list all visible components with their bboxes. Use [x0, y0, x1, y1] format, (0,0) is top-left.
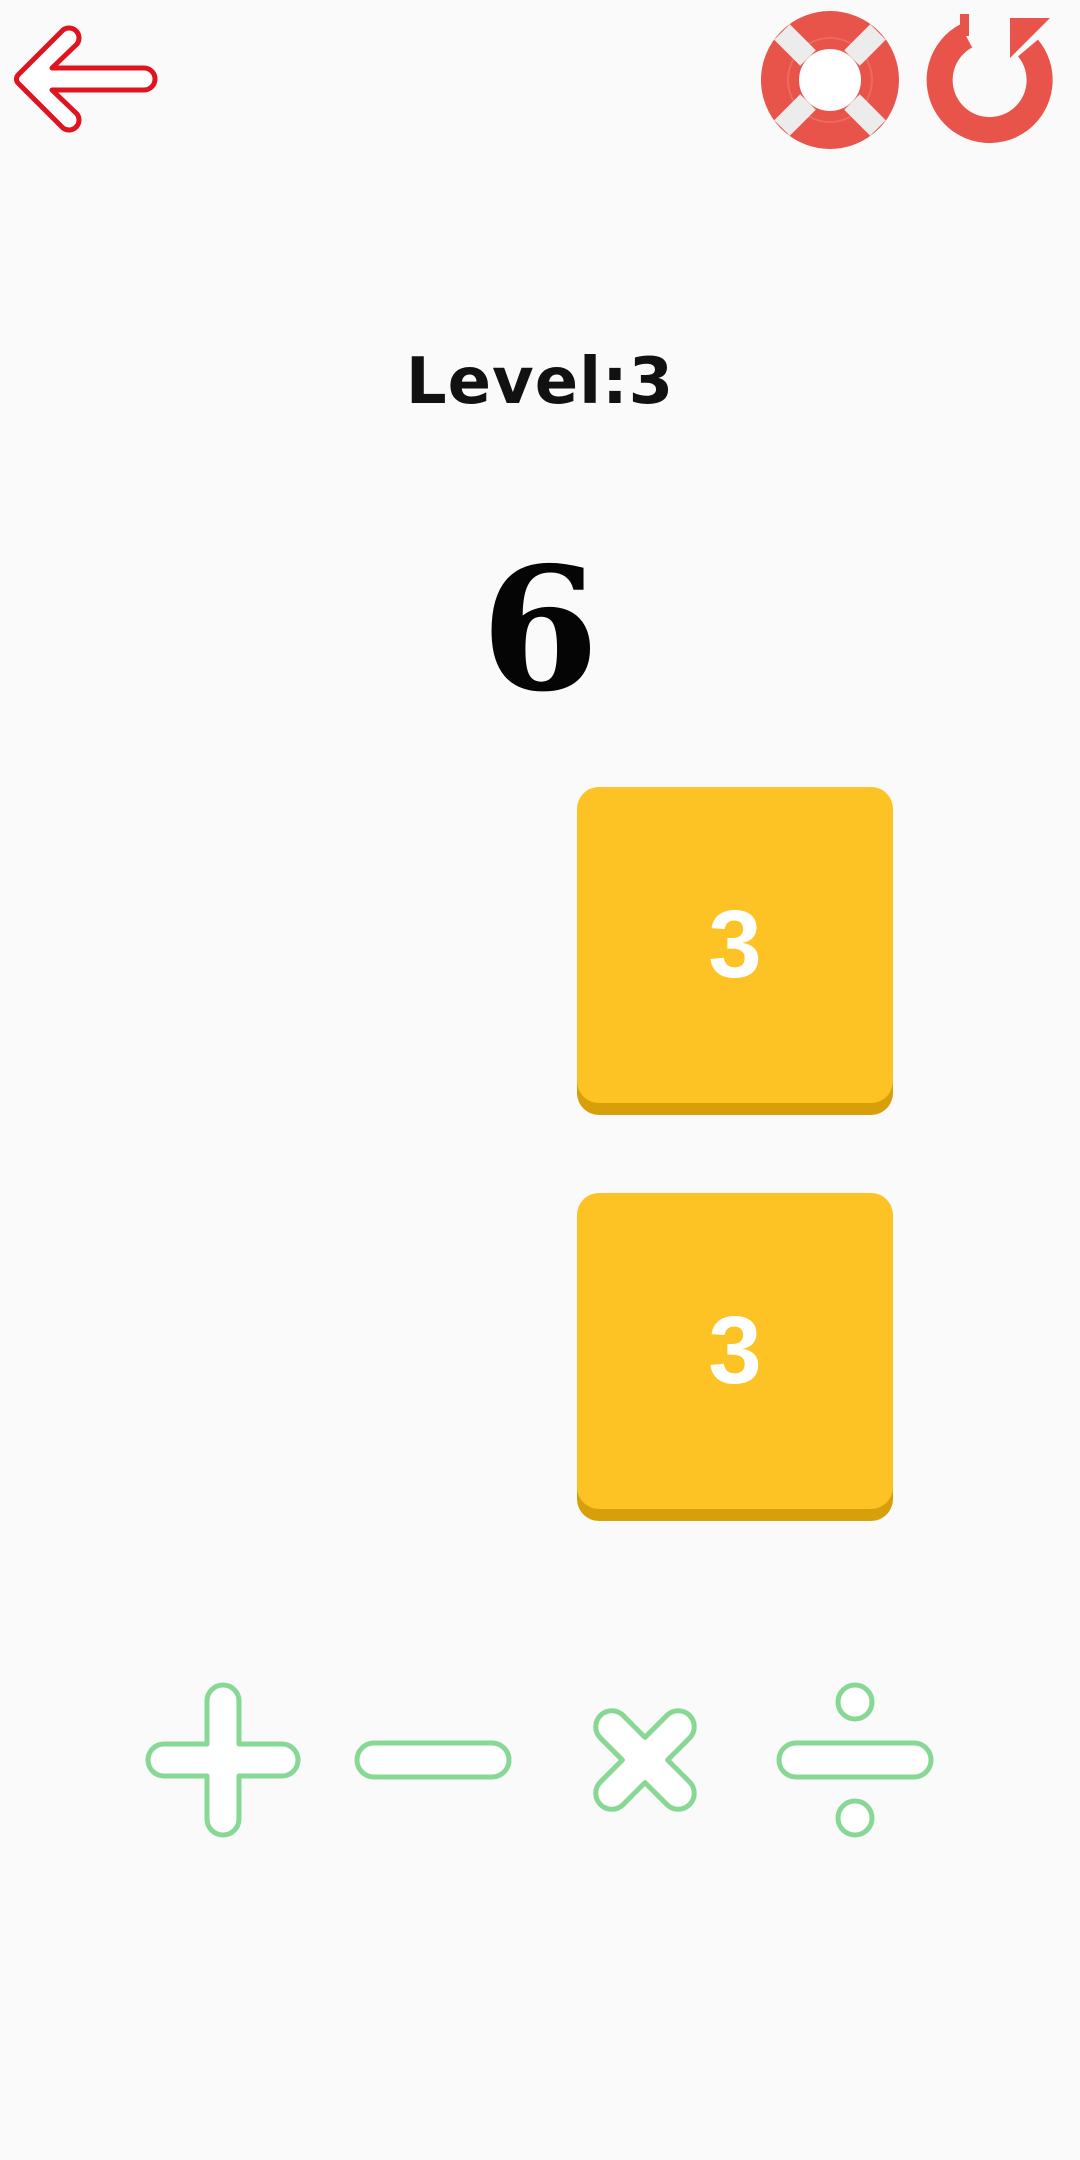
number-tile[interactable]: 3 — [577, 1193, 893, 1509]
plus-icon — [145, 1682, 301, 1838]
tile-value: 3 — [708, 891, 762, 998]
target-number: 6 — [480, 530, 600, 730]
restart-icon — [926, 14, 1053, 144]
minus-button[interactable] — [348, 1675, 518, 1845]
multiply-button[interactable] — [560, 1675, 730, 1845]
lifebuoy-icon — [761, 11, 899, 149]
multiply-icon — [593, 1708, 697, 1812]
divide-icon — [776, 1682, 934, 1838]
level-label: Level:3 — [405, 345, 675, 419]
tile-value: 3 — [708, 1297, 762, 1404]
minus-icon — [354, 1740, 512, 1780]
number-tile[interactable]: 3 — [577, 787, 893, 1103]
game-screen: Level:3 6 3 3 — [0, 0, 1080, 2160]
divide-button[interactable] — [770, 1675, 940, 1845]
restart-button[interactable] — [918, 14, 1058, 148]
back-button[interactable] — [8, 22, 158, 134]
plus-button[interactable] — [138, 1675, 308, 1845]
back-arrow-icon — [14, 25, 158, 133]
help-button[interactable] — [760, 10, 900, 150]
